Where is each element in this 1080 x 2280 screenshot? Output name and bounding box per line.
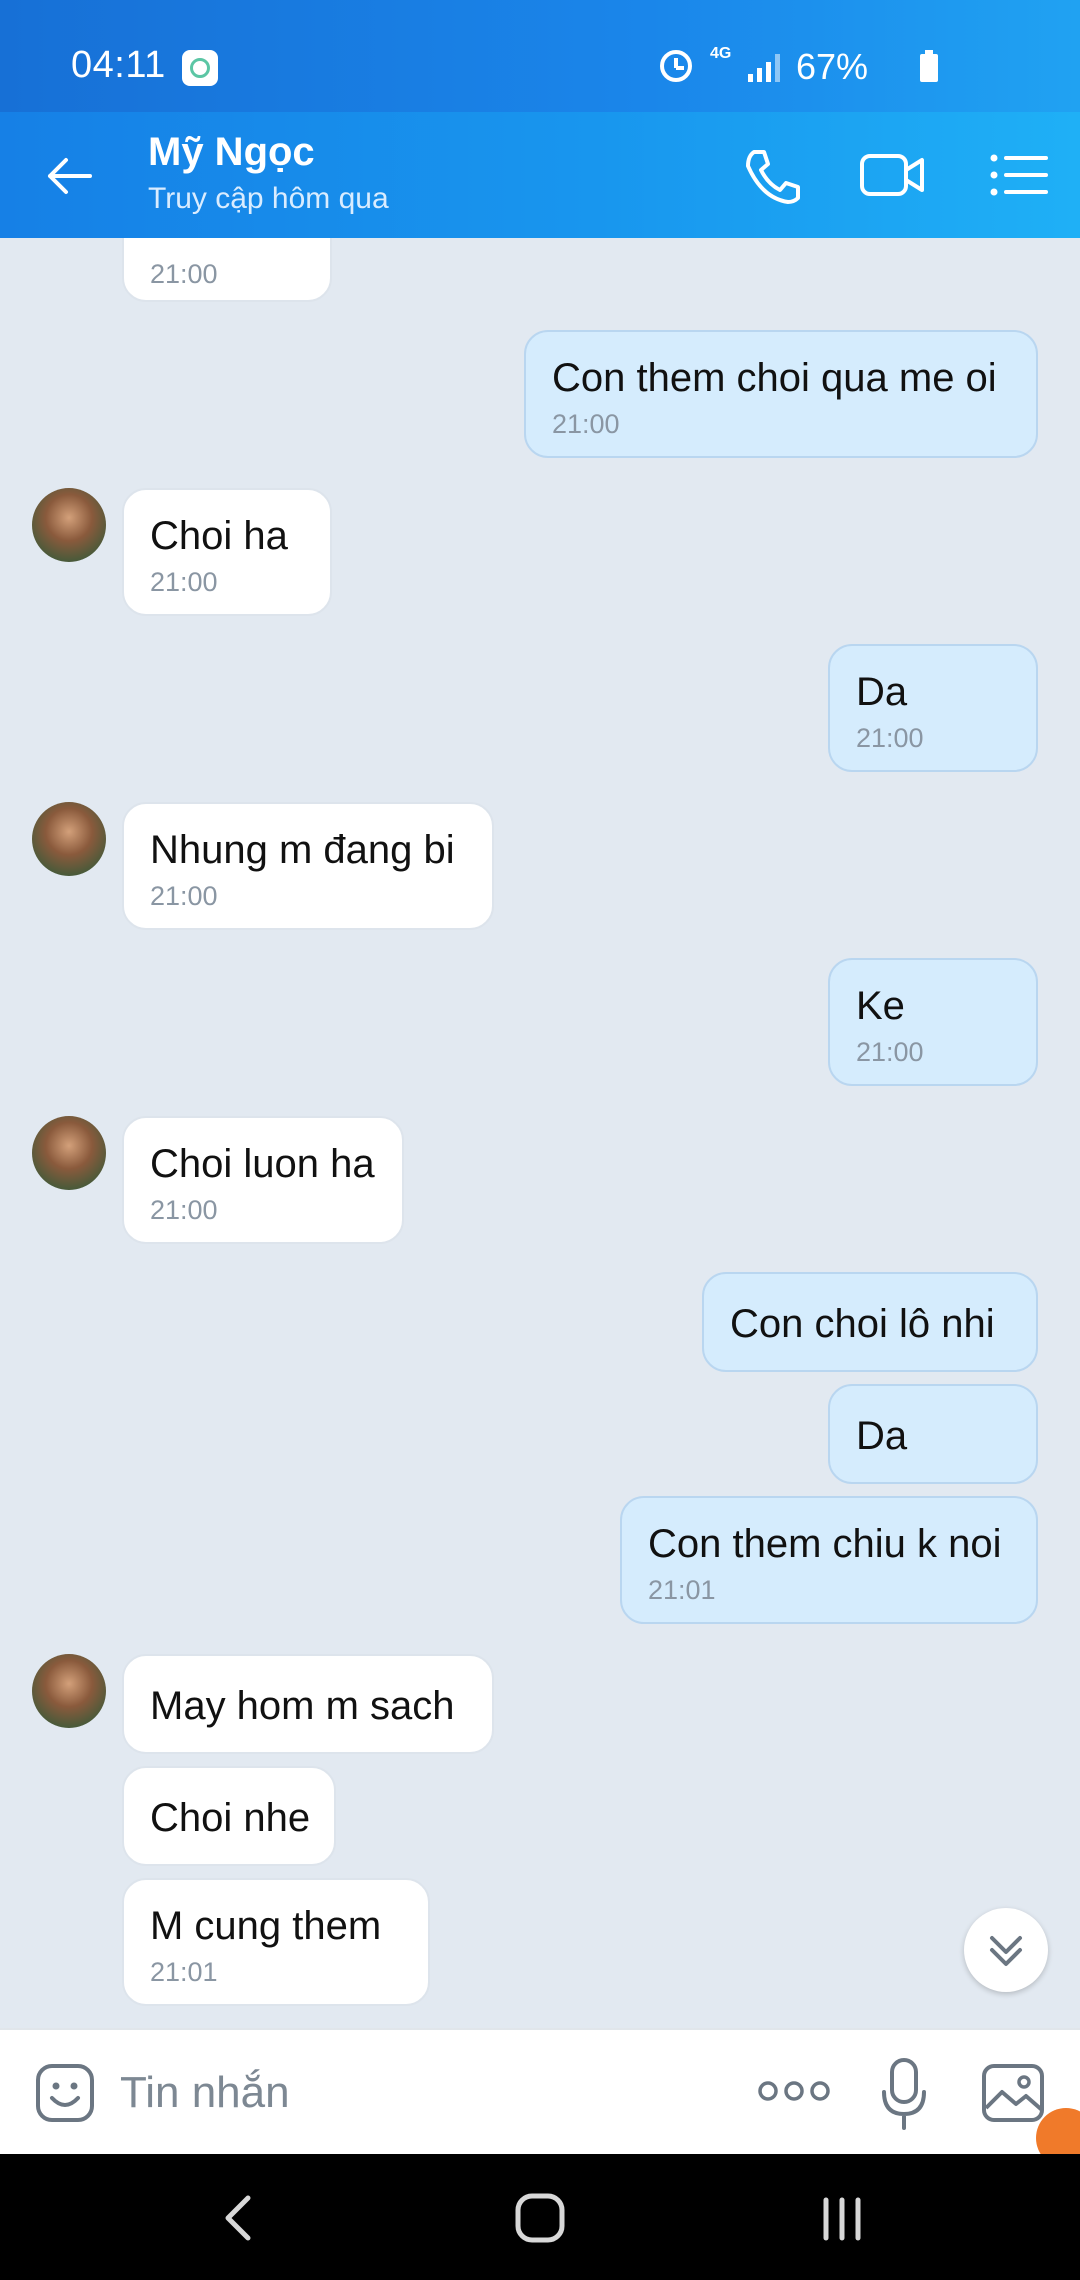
chat-header: Mỹ Ngọc Truy cập hôm qua bbox=[0, 112, 1080, 238]
nav-back-button[interactable] bbox=[210, 2192, 270, 2244]
back-button[interactable] bbox=[40, 148, 100, 204]
message-text: Da bbox=[856, 670, 908, 714]
message-bubble-in[interactable]: May hom m sach bbox=[122, 1654, 494, 1754]
signal-icon bbox=[748, 52, 784, 82]
network-type-icon: 4G bbox=[710, 45, 732, 62]
message-time: 21:00 bbox=[856, 723, 924, 753]
message-bubble-out[interactable]: Con them choi qua me oi 21:00 bbox=[524, 330, 1038, 458]
avatar[interactable] bbox=[32, 488, 106, 562]
message-time: 21:01 bbox=[150, 1957, 218, 1987]
voice-message-button[interactable] bbox=[880, 2056, 928, 2132]
menu-list-icon bbox=[990, 154, 1048, 196]
message-time: 21:00 bbox=[150, 567, 218, 597]
avatar[interactable] bbox=[32, 1116, 106, 1190]
image-icon bbox=[982, 2064, 1044, 2122]
message-bubble-in[interactable]: Nhung m đang bi 21:00 bbox=[122, 802, 494, 930]
chat-options-button[interactable] bbox=[984, 142, 1054, 208]
system-navigation-bar bbox=[0, 2154, 1080, 2280]
message-time: 21:01 bbox=[648, 1575, 716, 1605]
message-text: Choi ha bbox=[150, 514, 288, 558]
double-chevron-down-icon bbox=[990, 1936, 1022, 1966]
message-bubble-in[interactable]: M cung them 21:01 bbox=[122, 1878, 430, 2006]
nav-home-button[interactable] bbox=[510, 2192, 570, 2244]
video-camera-icon bbox=[860, 154, 924, 196]
battery-percentage: 67% bbox=[796, 46, 869, 87]
message-bubble-out[interactable]: Ke 21:00 bbox=[828, 958, 1038, 1086]
avatar[interactable] bbox=[32, 1654, 106, 1728]
message-time: 21:00 bbox=[552, 409, 620, 439]
message-text: Choi nhe bbox=[150, 1796, 311, 1840]
message-text: Con them choi qua me oi bbox=[552, 356, 997, 400]
voice-call-button[interactable] bbox=[736, 142, 806, 208]
microphone-icon bbox=[882, 2058, 926, 2130]
send-image-button[interactable] bbox=[980, 2062, 1046, 2124]
message-time: 21:00 bbox=[150, 259, 218, 289]
health-app-icon bbox=[182, 50, 218, 86]
video-call-button[interactable] bbox=[858, 142, 928, 208]
contact-name[interactable]: Mỹ Ngọc bbox=[148, 130, 315, 175]
message-bubble-out[interactable]: Da 21:00 bbox=[828, 644, 1038, 772]
message-bubble-in[interactable]: 21:00 bbox=[122, 238, 332, 302]
back-arrow-icon bbox=[48, 158, 92, 194]
message-bubble-out[interactable]: Da bbox=[828, 1384, 1038, 1484]
nav-recents-button[interactable] bbox=[812, 2192, 872, 2244]
message-text: Ke bbox=[856, 984, 905, 1028]
emoji-button[interactable] bbox=[34, 2062, 96, 2124]
nav-back-icon bbox=[225, 2195, 251, 2241]
message-text: Con choi lô nhi bbox=[730, 1302, 995, 1346]
message-bubble-in[interactable]: Choi luon ha 21:00 bbox=[122, 1116, 404, 1244]
status-time: 04:11 bbox=[71, 44, 166, 86]
message-text: Con them chiu k noi bbox=[648, 1522, 1002, 1566]
message-bubble-out[interactable]: Con choi lô nhi bbox=[702, 1272, 1038, 1372]
message-bubble-in[interactable]: Choi nhe bbox=[122, 1766, 336, 1866]
message-bubble-in[interactable]: Choi ha 21:00 bbox=[122, 488, 332, 616]
alarm-icon bbox=[660, 50, 692, 82]
message-input[interactable] bbox=[120, 2058, 720, 2128]
message-text: May hom m sach bbox=[150, 1684, 455, 1728]
message-input-bar bbox=[0, 2028, 1080, 2154]
battery-icon bbox=[920, 50, 938, 82]
nav-home-icon bbox=[515, 2193, 565, 2243]
message-time: 21:00 bbox=[150, 881, 218, 911]
message-text: Nhung m đang bi bbox=[150, 828, 455, 872]
message-time: 21:00 bbox=[150, 1195, 218, 1225]
message-list[interactable]: 21:00 Con them choi qua me oi 21:00 Choi… bbox=[0, 238, 1080, 2028]
message-text: Da bbox=[856, 1414, 908, 1458]
avatar[interactable] bbox=[32, 802, 106, 876]
phone-icon bbox=[746, 150, 800, 204]
scroll-to-bottom-button[interactable] bbox=[964, 1908, 1048, 1992]
message-text: Choi luon ha bbox=[150, 1142, 375, 1186]
message-time: 21:00 bbox=[856, 1037, 924, 1067]
more-options-icon bbox=[758, 2081, 830, 2101]
message-bubble-out[interactable]: Con them chiu k noi 21:01 bbox=[620, 1496, 1038, 1624]
emoji-icon bbox=[36, 2064, 94, 2122]
contact-status: Truy cập hôm qua bbox=[148, 182, 389, 215]
nav-recents-icon bbox=[823, 2197, 861, 2241]
message-text: M cung them bbox=[150, 1904, 382, 1948]
status-bar: 04:11 4G 67% bbox=[0, 0, 1080, 112]
more-options-button[interactable] bbox=[756, 2076, 832, 2106]
